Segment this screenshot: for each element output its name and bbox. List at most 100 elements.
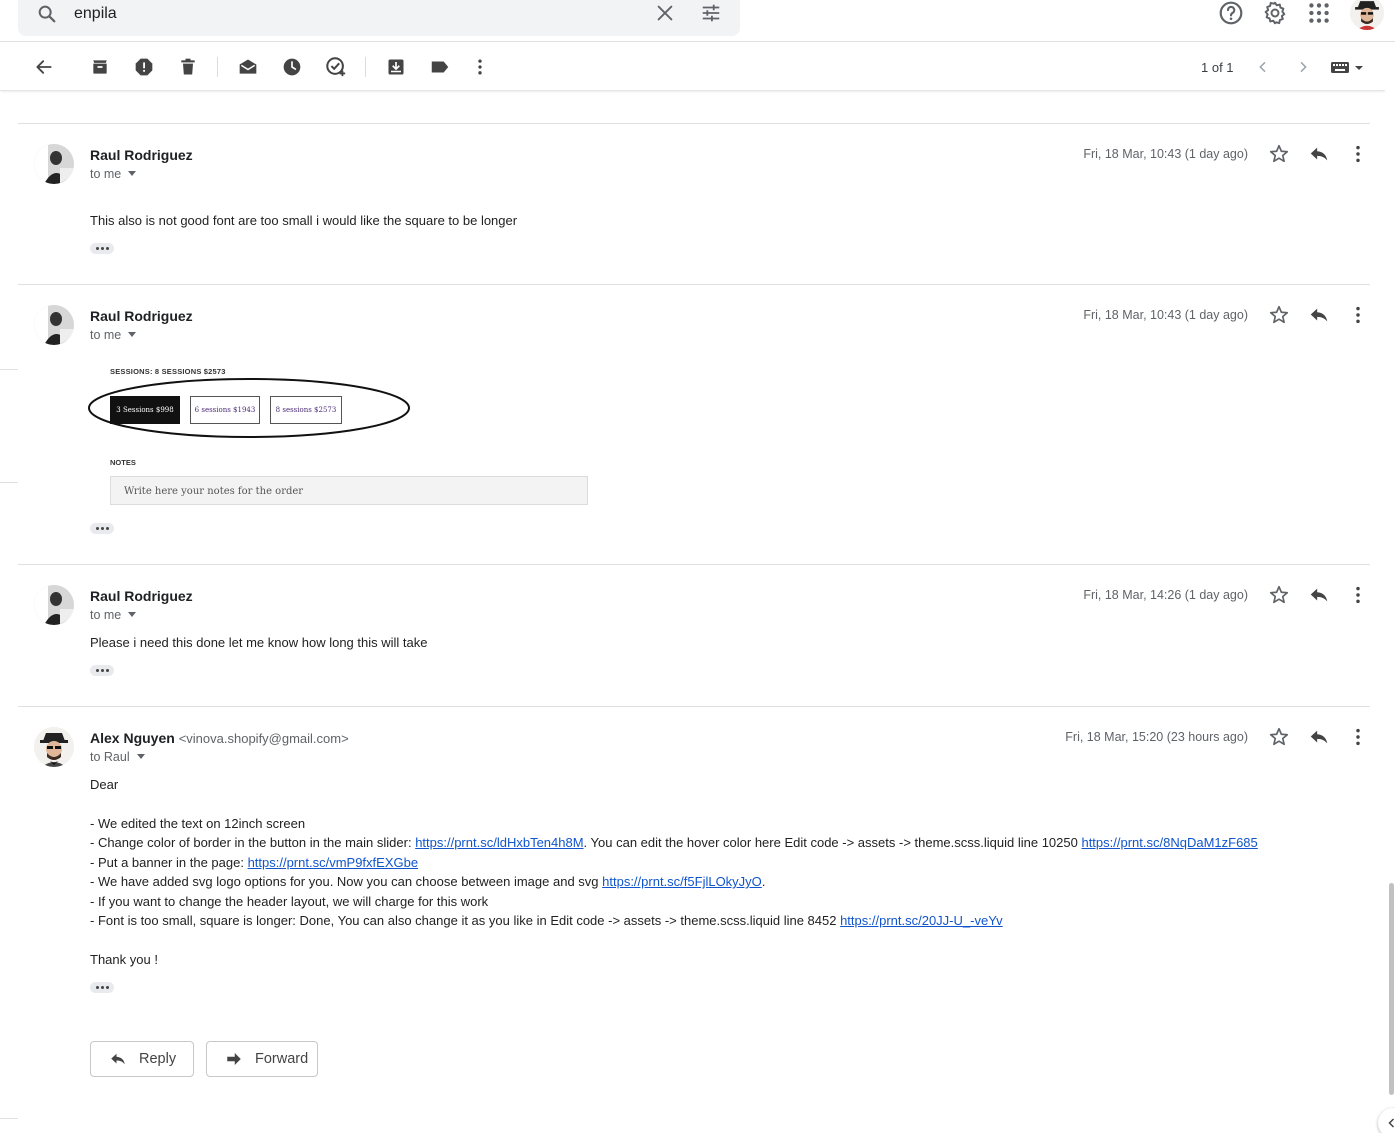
- top-bar: [0, 0, 1395, 42]
- screenshot-link[interactable]: https://prnt.sc/20JJ-U_-veYv: [840, 913, 1003, 928]
- reply-icon: [111, 1053, 125, 1065]
- reply-icon[interactable]: [1308, 143, 1330, 165]
- line-text: - We edited the text on 12inch screen: [90, 816, 306, 831]
- show-trimmed-content-button[interactable]: [90, 982, 114, 993]
- snooze-clock-icon[interactable]: [280, 55, 304, 79]
- message-divider: [18, 284, 1370, 285]
- message-body: Please i need this done let me know how …: [90, 635, 428, 650]
- star-icon[interactable]: [1268, 584, 1290, 606]
- recipient-details[interactable]: to me: [90, 328, 137, 342]
- delete-icon[interactable]: [176, 55, 200, 79]
- help-icon[interactable]: [1218, 0, 1244, 26]
- screenshot-link[interactable]: https://prnt.sc/f5FjlLOkyJyO: [602, 874, 762, 889]
- archive-icon[interactable]: [88, 55, 112, 79]
- reply-button[interactable]: Reply: [90, 1041, 194, 1077]
- nav-rail-edge: [0, 482, 18, 483]
- sender-block: Alex Nguyen <vinova.shopify@gmail.com>: [90, 730, 349, 746]
- more-vert-icon[interactable]: [1347, 143, 1369, 165]
- caret-down-icon[interactable]: [136, 754, 145, 759]
- body-line: - We have added svg logo options for you…: [90, 874, 765, 889]
- report-spam-icon[interactable]: [132, 55, 156, 79]
- sender-name: Raul Rodriguez: [90, 308, 193, 324]
- message-divider: [18, 706, 1370, 707]
- gear-icon[interactable]: [1262, 0, 1288, 26]
- sender-avatar[interactable]: [34, 727, 74, 767]
- account-avatar[interactable]: [1350, 0, 1384, 30]
- star-icon[interactable]: [1268, 304, 1290, 326]
- line-text: - If you want to change the header layou…: [90, 894, 489, 909]
- show-trimmed-content-button[interactable]: [90, 243, 114, 254]
- recipient-details[interactable]: to me: [90, 167, 137, 181]
- sender-avatar[interactable]: [34, 144, 74, 184]
- chevron-right-icon[interactable]: [1291, 55, 1315, 79]
- reply-icon[interactable]: [1308, 584, 1330, 606]
- search-options-icon[interactable]: [700, 2, 722, 24]
- recipient-label: to me: [90, 328, 122, 342]
- apps-grid-icon[interactable]: [1306, 0, 1332, 26]
- toolbar-divider: [217, 57, 218, 77]
- sender-avatar[interactable]: [34, 305, 74, 345]
- caret-down-icon[interactable]: [128, 332, 137, 337]
- caret-down-icon[interactable]: [128, 171, 137, 176]
- line-text: - Put a banner in the page:: [90, 855, 248, 870]
- side-panel-toggle[interactable]: [1378, 1108, 1395, 1133]
- search-input[interactable]: [74, 3, 634, 25]
- more-vert-icon[interactable]: [1347, 584, 1369, 606]
- chevron-left-icon[interactable]: [1251, 55, 1275, 79]
- star-icon[interactable]: [1268, 726, 1290, 748]
- more-vert-icon[interactable]: [468, 55, 492, 79]
- keyboard-icon[interactable]: [1330, 57, 1366, 77]
- sender-name: Raul Rodriguez: [90, 588, 193, 604]
- recipient-details[interactable]: to Raul: [90, 750, 145, 764]
- recipient-label: to me: [90, 167, 122, 181]
- search-icon[interactable]: [36, 3, 58, 25]
- chevron-left-icon: [1388, 1118, 1395, 1128]
- body-line: - If you want to change the header layou…: [90, 894, 488, 909]
- label-icon[interactable]: [428, 55, 452, 79]
- forward-button[interactable]: Forward: [206, 1041, 318, 1077]
- star-icon[interactable]: [1268, 143, 1290, 165]
- body-line: - Put a banner in the page: https://prnt…: [90, 855, 418, 870]
- forward-label: Forward: [255, 1051, 309, 1067]
- line-text: - Font is too small, square is longer: D…: [90, 913, 841, 928]
- reply-icon[interactable]: [1308, 726, 1330, 748]
- recipient-label: to me: [90, 608, 122, 622]
- line-text: . You can edit the hover color here Edit…: [583, 835, 1082, 850]
- session-option: 6 sessions $1943: [190, 396, 260, 424]
- show-trimmed-content-button[interactable]: [90, 523, 114, 534]
- screenshot-link[interactable]: https://prnt.sc/vmP9fxfEXGbe: [248, 855, 419, 870]
- caret-down-icon[interactable]: [128, 612, 137, 617]
- message-date: Fri, 18 Mar, 10:43 (1 day ago): [1083, 147, 1248, 161]
- screenshot-link[interactable]: https://prnt.sc/8NqDaM1zF685: [1081, 835, 1257, 850]
- close-icon[interactable]: [654, 2, 676, 24]
- session-option: 3 Sessions $998: [110, 396, 180, 424]
- nav-rail-edge: [0, 369, 18, 370]
- sender-email: <vinova.shopify@gmail.com>: [178, 731, 349, 746]
- body-line: - We edited the text on 12inch screen: [90, 816, 305, 831]
- line-text: - We have added svg logo options for you…: [90, 874, 603, 889]
- move-to-icon[interactable]: [384, 55, 408, 79]
- scrollbar-thumb[interactable]: [1389, 883, 1394, 1095]
- more-vert-icon[interactable]: [1347, 726, 1369, 748]
- nav-rail-edge: [0, 1118, 18, 1119]
- message-date: Fri, 18 Mar, 15:20 (23 hours ago): [1065, 730, 1248, 744]
- notes-field: Write here your notes for the order: [110, 476, 588, 505]
- recipient-details[interactable]: to me: [90, 608, 137, 622]
- search-bar: [18, 0, 740, 36]
- show-trimmed-content-button[interactable]: [90, 665, 114, 676]
- add-task-icon[interactable]: [324, 55, 348, 79]
- more-vert-icon[interactable]: [1347, 304, 1369, 326]
- reply-icon[interactable]: [1308, 304, 1330, 326]
- message-date: Fri, 18 Mar, 14:26 (1 day ago): [1083, 588, 1248, 602]
- sender-name: Raul Rodriguez: [90, 147, 193, 163]
- greeting: Dear: [90, 777, 119, 792]
- mark-unread-icon[interactable]: [236, 55, 260, 79]
- screenshot-link[interactable]: https://prnt.sc/ldHxbTen4h8M: [415, 835, 583, 850]
- message-divider: [18, 123, 1370, 124]
- back-arrow-icon[interactable]: [32, 55, 56, 79]
- sender-avatar[interactable]: [34, 585, 74, 625]
- message-date: Fri, 18 Mar, 10:43 (1 day ago): [1083, 308, 1248, 322]
- embedded-screenshot: SESSIONS: 8 SESSIONS $2573 3 Sessions $9…: [88, 362, 600, 512]
- session-option: 8 sessions $2573: [270, 396, 342, 424]
- body-line: - Change color of border in the button i…: [90, 835, 1258, 850]
